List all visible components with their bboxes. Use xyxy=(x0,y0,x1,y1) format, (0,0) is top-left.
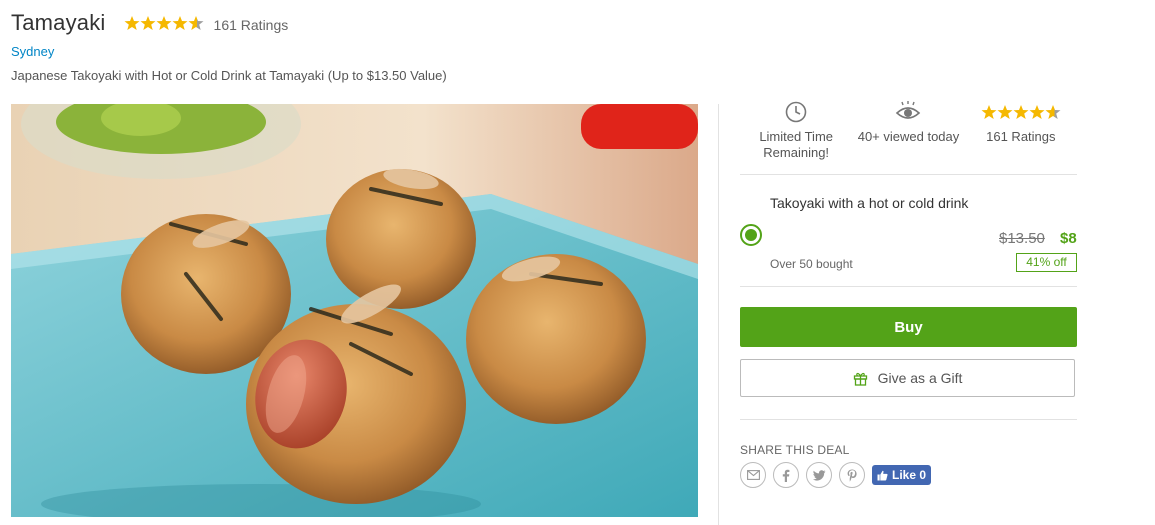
highlight-viewed: 40+ viewed today xyxy=(852,100,964,174)
share-buttons: Like 0 xyxy=(740,462,932,488)
divider xyxy=(740,286,1077,287)
star-icon xyxy=(156,16,172,30)
star-rating[interactable] xyxy=(124,15,204,31)
divider xyxy=(740,419,1077,420)
facebook-like-button[interactable]: Like 0 xyxy=(872,465,932,485)
twitter-share-button[interactable] xyxy=(806,462,832,488)
star-icon xyxy=(997,105,1013,119)
star-icon xyxy=(140,16,156,30)
half-star-icon xyxy=(188,16,204,30)
bought-count: Over 50 bought xyxy=(770,257,853,271)
facebook-icon xyxy=(782,469,790,482)
option-radio[interactable] xyxy=(740,224,762,246)
highlight-time-text: Limited Time Remaining! xyxy=(759,129,834,160)
email-share-button[interactable] xyxy=(740,462,766,488)
star-icon xyxy=(1013,105,1029,119)
pinterest-share-button[interactable] xyxy=(839,462,865,488)
buy-button[interactable]: Buy xyxy=(740,307,1077,347)
option-title[interactable]: Takoyaki with a hot or cold drink xyxy=(770,195,968,211)
give-as-gift-button[interactable]: Give as a Gift xyxy=(740,359,1075,397)
eye-icon xyxy=(896,101,921,119)
email-icon xyxy=(746,470,760,480)
twitter-icon xyxy=(812,469,825,481)
highlight-time: Limited Time Remaining! xyxy=(740,100,852,174)
ratings-count[interactable]: 161 Ratings xyxy=(214,17,289,33)
divider xyxy=(740,174,1077,175)
discount-badge: 41% off xyxy=(1016,253,1077,272)
star-icon xyxy=(981,105,997,119)
takoyaki-photo xyxy=(11,104,698,517)
highlight-ratings-text[interactable]: 161 Ratings xyxy=(965,129,1077,145)
star-rating-small xyxy=(981,105,1061,119)
column-divider xyxy=(718,104,719,525)
thumbs-up-icon xyxy=(877,470,888,481)
gift-button-label: Give as a Gift xyxy=(877,370,963,386)
highlight-ratings[interactable]: 161 Ratings xyxy=(965,100,1077,174)
original-price: $13.50 xyxy=(999,230,1045,247)
gift-icon xyxy=(853,371,868,386)
facebook-share-button[interactable] xyxy=(773,462,799,488)
deal-title: Tamayaki xyxy=(11,10,106,35)
city-link[interactable]: Sydney xyxy=(11,44,54,59)
half-star-icon xyxy=(1045,105,1061,119)
deal-header: Tamayaki 161 Ratings xyxy=(11,10,288,36)
deal-subtitle: Japanese Takoyaki with Hot or Cold Drink… xyxy=(11,68,447,83)
star-icon xyxy=(172,16,188,30)
clock-icon xyxy=(785,101,807,123)
share-label: SHARE THIS DEAL xyxy=(740,443,850,457)
facebook-like-label: Like 0 xyxy=(892,468,927,482)
pinterest-icon xyxy=(847,469,857,482)
star-icon xyxy=(124,16,140,30)
deal-highlights: Limited Time Remaining! 40+ viewed today xyxy=(740,100,1077,174)
highlight-viewed-text: 40+ viewed today xyxy=(857,129,960,144)
sale-price: $8 xyxy=(1060,230,1077,247)
deal-photo[interactable] xyxy=(11,104,698,517)
star-icon xyxy=(1029,105,1045,119)
